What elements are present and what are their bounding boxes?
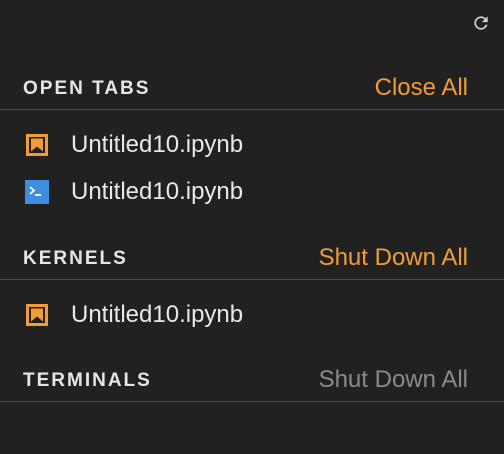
kernel-label: Untitled10.ipynb [71,301,244,328]
terminal-icon [25,180,49,204]
open-tabs-title: OPEN TABS [23,78,151,99]
running-sessions-panel: OPEN TABS Close All Untitled10.ipynb Unt… [0,0,504,454]
open-tab-label: Untitled10.ipynb [71,131,244,158]
refresh-icon [474,16,488,30]
open-tab-item[interactable]: Untitled10.ipynb [0,172,504,212]
open-tab-item[interactable]: Untitled10.ipynb [0,125,504,165]
kernels-title: KERNELS [23,248,128,269]
shut-down-all-terminals-button[interactable]: Shut Down All [319,366,468,394]
terminals-header: TERMINALS Shut Down All [0,362,504,402]
terminals-title: TERMINALS [23,370,152,391]
close-all-button[interactable]: Close All [375,74,468,102]
notebook-icon [26,134,48,156]
notebook-icon [26,304,48,326]
refresh-button[interactable] [468,10,494,36]
kernels-header: KERNELS Shut Down All [0,240,504,280]
kernel-item[interactable]: Untitled10.ipynb [0,295,504,335]
open-tab-label: Untitled10.ipynb [71,178,244,205]
shut-down-all-kernels-button[interactable]: Shut Down All [319,244,468,272]
open-tabs-header: OPEN TABS Close All [0,70,504,110]
